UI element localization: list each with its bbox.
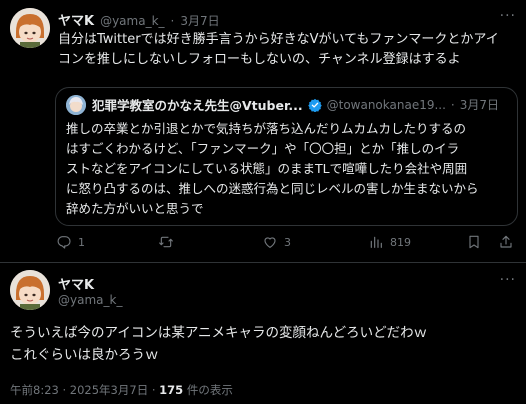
divider (0, 262, 526, 263)
tweet-meta: 午前8:23 · 2025年3月7日 · 175 件の表示 (10, 382, 233, 398)
view-count: 819 (390, 235, 411, 249)
bookmark-button[interactable] (466, 234, 482, 250)
action-bar: 1 3 819 (56, 234, 518, 252)
reply-text-line: そういえば今のアイコンは某アニメキャラの変顔ねんどろいどだわｗ (10, 325, 428, 341)
share-icon (500, 235, 512, 248)
reply-icon (57, 236, 71, 249)
retweet-button[interactable] (158, 234, 180, 250)
verified-badge-icon (307, 98, 322, 112)
timestamp[interactable]: 午前8:23 · 2025年3月7日 · (10, 383, 159, 397)
quote-handle: @towanokanae19... (326, 97, 446, 112)
tweet-text-line: コンを推しにしないしフォローもしないの、チャンネル登録はするよ (58, 52, 461, 67)
quote-header: 犯罪学教室のかなえ先生@Vtuber... @towanokanae19... … (92, 95, 512, 114)
more-icon[interactable]: ··· (500, 8, 516, 24)
retweet-icon (159, 236, 173, 248)
quote-avatar (66, 95, 86, 115)
views-button[interactable]: 819 (368, 234, 411, 250)
reply-text-line: これぐらいは良かろうｗ (10, 347, 159, 363)
like-icon (264, 237, 276, 248)
views-label: 件の表示 (183, 383, 233, 397)
quote-text-line: ストなどをアイコンにしている状態」のままTLで喧嘩したり会社や周囲 (66, 161, 468, 176)
quote-text-line: はすごくわかるけど、「ファンマーク」や「〇〇担」とか「推しのイラ (66, 141, 460, 156)
quote-display-name: 犯罪学教室のかなえ先生@Vtuber... (92, 98, 303, 113)
avatar-image (10, 270, 50, 310)
timestamp[interactable]: 3月7日 (180, 12, 219, 29)
reply-count: 1 (78, 235, 85, 249)
avatar[interactable] (10, 8, 50, 48)
reply-text: そういえば今のアイコンは某アニメキャラの変顔ねんどろいどだわｗ これぐらいは良か… (10, 322, 518, 366)
display-name[interactable]: ヤマK (58, 274, 94, 293)
quote-timestamp: 3月7日 (459, 98, 500, 112)
separator-dot: · (450, 97, 455, 112)
quote-text-line: に怒り凸するのは、推しへの迷惑行為と同じレベルの害しか生まないから (66, 181, 479, 196)
share-button[interactable] (498, 234, 514, 250)
avatar-image (10, 8, 50, 48)
view-count: 175 (159, 383, 184, 397)
bookmark-icon (469, 235, 479, 249)
like-button[interactable]: 3 (262, 234, 291, 250)
more-icon[interactable]: ··· (500, 272, 516, 288)
views-icon (370, 236, 382, 248)
reply-button[interactable]: 1 (56, 234, 85, 250)
quote-text-line: 辞めた方がいいと思うで (66, 201, 204, 216)
separator-dot: · (170, 14, 175, 28)
handle[interactable]: @yama_k_ (100, 14, 164, 28)
tweet-text: 自分はTwitterでは好き勝手言うから好きなVがいてもファンマークとかアイ コ… (58, 30, 518, 70)
display-name[interactable]: ヤマK (58, 10, 94, 29)
quoted-tweet-card[interactable]: 犯罪学教室のかなえ先生@Vtuber... @towanokanae19... … (55, 87, 518, 226)
quote-text: 推しの卒業とか引退とかで気持ちが落ち込んだりムカムカしたりするの はすごくわかる… (66, 119, 511, 219)
avatar[interactable] (10, 270, 50, 310)
tweet-text-line: 自分はTwitterでは好き勝手言うから好きなVがいてもファンマークとかアイ (58, 32, 499, 47)
like-count: 3 (284, 235, 291, 249)
handle[interactable]: @yama_k_ (58, 293, 122, 307)
tweet-header: ヤマK @yama_k_ · 3月7日 (58, 10, 220, 29)
quote-text-line: 推しの卒業とか引退とかで気持ちが落ち込んだりムカムカしたりするの (66, 121, 467, 136)
